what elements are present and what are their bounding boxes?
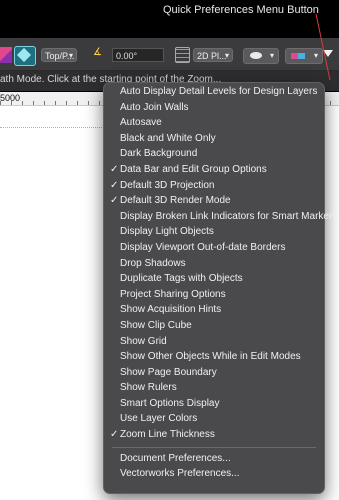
annotation-label: Quick Preferences Menu Button (163, 4, 319, 16)
menu-item[interactable]: Project Sharing Options (104, 287, 324, 303)
layer-options-select[interactable] (285, 48, 323, 64)
menu-item[interactable]: ✓ Default 3D Render Mode (104, 193, 324, 209)
angle-field-value: 0.00° (116, 51, 138, 61)
menu-item[interactable]: Show Page Boundary (104, 365, 324, 381)
menu-item[interactable]: Display Viewport Out-of-date Borders (104, 240, 324, 256)
menu-item-label: Display Viewport Out-of-date Borders (120, 241, 286, 253)
plane-icon (175, 47, 190, 63)
menu-item-label: Show Grid (120, 335, 167, 347)
menu-item[interactable]: Show Clip Cube (104, 318, 324, 334)
menu-item[interactable]: Auto Display Detail Levels for Design La… (104, 84, 324, 100)
menu-separator (112, 446, 316, 448)
menu-item-label: Show Page Boundary (120, 366, 217, 378)
menu-item-label: Project Sharing Options (120, 288, 226, 300)
menu-item[interactable]: Dark Background (104, 146, 324, 162)
checkmark-icon: ✓ (110, 163, 119, 175)
menu-item[interactable]: Auto Join Walls (104, 100, 324, 116)
menu-item-label: Default 3D Render Mode (120, 195, 231, 207)
menu-item-label: Duplicate Tags with Objects (120, 273, 243, 285)
menu-item[interactable]: Autosave (104, 115, 324, 131)
menu-item-footer[interactable]: Vectorworks Preferences... (104, 466, 324, 482)
menu-item[interactable]: Show Acquisition Hints (104, 302, 324, 318)
page-boundary-line (0, 127, 110, 128)
menu-item-label: Auto Join Walls (120, 101, 189, 113)
menu-item-label: Default 3D Projection (120, 179, 215, 191)
checkmark-icon: ✓ (110, 179, 119, 191)
menu-item-label: Show Acquisition Hints (120, 304, 222, 316)
checkmark-icon: ✓ (110, 429, 119, 441)
menu-item-label: Use Layer Colors (120, 413, 198, 425)
menu-item[interactable]: Show Other Objects While in Edit Modes (104, 349, 324, 365)
menu-item[interactable]: ✓ Zoom Line Thickness (104, 427, 324, 443)
menu-item-label: Auto Display Detail Levels for Design La… (120, 86, 318, 97)
view-bar: Top/P... ▾ ∡ 0.00° 2D Pl... ▾ (0, 38, 339, 71)
menu-item[interactable]: Duplicate Tags with Objects (104, 271, 324, 287)
menu-item-label: Zoom Line Thickness (120, 429, 215, 441)
menu-item-label: Show Other Objects While in Edit Modes (120, 351, 301, 363)
menu-item[interactable]: Show Rulers (104, 380, 324, 396)
chevron-down-icon: ▾ (224, 51, 229, 60)
menu-item[interactable]: ✓ Default 3D Projection (104, 178, 324, 194)
menu-item-label: Autosave (120, 117, 162, 129)
menu-item-label: Dark Background (120, 148, 198, 160)
annotation-banner: Quick Preferences Menu Button (0, 0, 339, 38)
menu-item-label: Document Preferences... (120, 452, 231, 464)
checkmark-icon: ✓ (110, 195, 119, 207)
menu-item-label: Drop Shadows (120, 257, 186, 269)
menu-item-label: Data Bar and Edit Group Options (120, 163, 267, 175)
angle-icon: ∡ (93, 47, 102, 58)
chevron-down-icon: ▾ (68, 51, 73, 60)
plane-select[interactable]: 2D Pl... ▾ (193, 48, 233, 62)
menu-item-label: Display Light Objects (120, 226, 214, 238)
menu-item-label: Show Rulers (120, 382, 177, 394)
menu-item-label: Vectorworks Preferences... (120, 468, 240, 480)
menu-item[interactable]: Use Layer Colors (104, 411, 324, 427)
menu-item-label: Smart Options Display (120, 397, 220, 409)
quick-preferences-menu: Auto Display Detail Levels for Design La… (103, 82, 337, 494)
menu-item[interactable]: Black and White Only (104, 131, 324, 147)
menu-item[interactable]: ✓ Data Bar and Edit Group Options (104, 162, 324, 178)
layer-diamond-icon[interactable] (14, 46, 36, 66)
angle-field[interactable]: 0.00° (112, 48, 164, 62)
view-select[interactable]: Top/P... ▾ (41, 48, 77, 62)
menu-item-label: Show Clip Cube (120, 319, 192, 331)
menu-item[interactable]: Display Light Objects (104, 224, 324, 240)
menu-item[interactable]: Drop Shadows (104, 256, 324, 272)
menu-item[interactable]: Show Grid (104, 334, 324, 350)
menu-item[interactable]: Display Broken Link Indicators for Smart… (104, 209, 337, 225)
plane-select-value: 2D Pl... (197, 51, 227, 61)
menu-item-label: Display Broken Link Indicators for Smart… (120, 210, 338, 222)
menu-item[interactable]: Smart Options Display (104, 396, 324, 412)
render-mode-select[interactable] (243, 48, 279, 64)
quick-preferences-button[interactable] (323, 50, 333, 57)
menu-item-footer[interactable]: Document Preferences... (104, 451, 324, 467)
class-icon[interactable] (0, 47, 12, 63)
menu-item-label: Black and White Only (120, 132, 216, 144)
